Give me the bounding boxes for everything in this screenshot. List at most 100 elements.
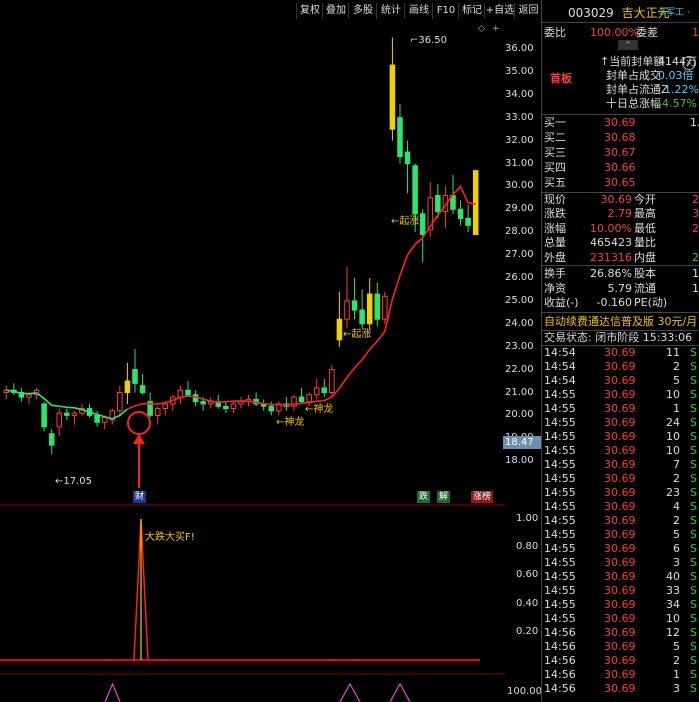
tick-row: 14:55 30.69 5 S: [542, 528, 699, 542]
tick-volume: 4: [673, 500, 680, 513]
tick-row: 14:54 30.69 11 S: [542, 346, 699, 360]
tick-side: S: [690, 626, 697, 639]
tick-price: 30.69: [604, 402, 636, 415]
indicator-series: [0, 518, 480, 661]
shenlong-label-1: ←神龙: [305, 404, 334, 415]
stat-label-2: 最高: [634, 207, 656, 221]
tick-row: 14:56 30.69 5 S: [542, 640, 699, 654]
stat2-label: 净资: [544, 281, 566, 295]
candle: [404, 140, 411, 194]
tick-time: 14:54: [544, 360, 576, 373]
stat-label: 总量: [544, 236, 566, 250]
highlight-circle: [127, 411, 151, 435]
candle-body: [359, 309, 365, 325]
candle-body: [298, 396, 305, 403]
tick-row: 14:55 30.69 2 S: [542, 514, 699, 528]
candle: [56, 408, 63, 437]
weibi-label: 委比: [544, 26, 566, 39]
sector-tag[interactable]: ③军工 ·: [658, 4, 690, 22]
candle: [344, 266, 350, 329]
candle-body: [382, 295, 388, 320]
tick-time: 14:56: [544, 682, 576, 695]
tick-volume: 3: [673, 682, 680, 695]
die-badge[interactable]: 跌: [417, 491, 431, 503]
weibi-value: 100.00%: [590, 26, 639, 39]
candle: [313, 378, 320, 400]
candle: [397, 103, 403, 164]
candle: [382, 291, 388, 324]
candle-body: [321, 387, 328, 394]
stat2-value: 5.79: [607, 281, 633, 295]
price-tick-label: 25.00: [505, 294, 534, 306]
candle-body: [313, 387, 320, 396]
price-tick-label: 21.00: [505, 386, 534, 398]
tick-time: 14:55: [544, 402, 576, 415]
bid-row: 买三 30.67: [542, 146, 699, 160]
tick-price: 30.69: [604, 416, 636, 429]
tick-row: 14:54 30.69 2 S: [542, 360, 699, 374]
tick-price: 30.69: [604, 486, 636, 499]
candle: [139, 374, 146, 395]
tick-row: 14:55 30.69 6 S: [542, 542, 699, 556]
tick-side: S: [690, 640, 697, 653]
zhangbang-badge[interactable]: 涨榜: [471, 491, 494, 503]
candle: [147, 392, 153, 418]
tick-volume: 6: [673, 542, 680, 555]
kline-chart[interactable]: [0, 0, 541, 702]
tick-row: 14:55 30.69 23 S: [542, 486, 699, 500]
stat2-label-2: PE(动): [634, 296, 668, 309]
stat2-label: 换手: [544, 267, 566, 280]
stat-value: 231316: [590, 250, 632, 264]
candle: [71, 410, 78, 425]
candle-body: [336, 318, 343, 341]
jie-badge[interactable]: 解: [437, 491, 451, 503]
stat-label-2: 内盘: [634, 250, 656, 264]
arrow-head-icon: [133, 434, 145, 444]
tick-row: 14:56 30.69 2 S: [542, 654, 699, 668]
candle: [291, 394, 297, 411]
cai-badge[interactable]: 财: [133, 491, 147, 503]
tick-time: 14:55: [544, 570, 576, 583]
bid-label: 买一: [544, 116, 566, 129]
ten-day-row: 十日总涨幅 -4.57%: [542, 97, 699, 111]
candle: [238, 397, 244, 409]
tick-time: 14:55: [544, 486, 576, 499]
tick-time: 14:55: [544, 514, 576, 527]
collapse-icon[interactable]: ^: [618, 40, 638, 50]
tick-row: 14:54 30.69 5 S: [542, 374, 699, 388]
weicha-label: 委差: [636, 26, 658, 39]
candle: [457, 200, 464, 226]
candle: [170, 394, 176, 411]
price-tick-label: 34.00: [505, 88, 534, 100]
candle: [321, 378, 328, 398]
candle: [329, 365, 335, 398]
bid-price: 30.69: [604, 116, 636, 129]
tick-time: 14:55: [544, 416, 576, 429]
tick-volume: 10: [666, 612, 680, 625]
tick-side: S: [690, 528, 697, 541]
candle-body: [71, 412, 78, 416]
price-tick-label: 20.00: [505, 409, 534, 421]
tick-price: 30.69: [604, 598, 636, 611]
high-price-label: ⌐36.50: [410, 35, 448, 46]
tick-price: 30.69: [604, 654, 636, 667]
candle-body: [230, 403, 237, 410]
candle-body: [117, 392, 123, 412]
candle: [283, 397, 290, 411]
ad-banner[interactable]: 自动续费通达信普及版 30元/月: [542, 315, 699, 329]
tick-volume: 1: [673, 668, 680, 681]
tick-time: 14:55: [544, 598, 576, 611]
tick-price: 30.69: [604, 612, 636, 625]
candle: [154, 406, 161, 425]
bid-row: 买四 30.66: [542, 161, 699, 175]
stat-row: 现价 30.69 今开 2: [542, 193, 699, 207]
tick-side: S: [690, 430, 697, 443]
candle: [185, 381, 191, 398]
ad-text[interactable]: 自动续费通达信普及版 30元/月: [544, 315, 697, 328]
candle: [3, 385, 10, 400]
stat-label-2: 今开: [634, 193, 656, 206]
stat-value-2: 2: [692, 193, 699, 206]
tick-side: S: [690, 612, 697, 625]
tick-side: S: [690, 570, 697, 583]
candle-body: [419, 213, 426, 235]
